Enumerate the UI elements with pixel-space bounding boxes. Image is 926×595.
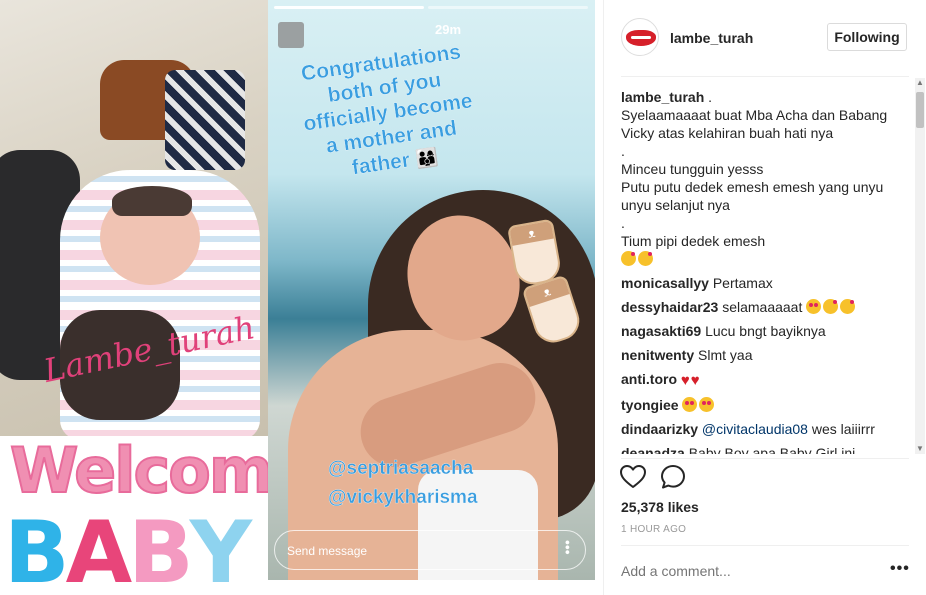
avatar[interactable] [621,18,659,56]
comment: anti.toro ♥♥ [621,370,905,390]
post-header: lambe_turah Following [604,0,926,76]
kiss-emoji-icon [823,299,839,314]
comment-username[interactable]: tyongiee [621,397,679,413]
likes-count[interactable]: 25,378 likes [621,499,699,515]
heart-eyes-emoji-icon [699,397,715,412]
comment: dessyhaidar23 selamaaaaat [621,298,905,316]
speech-bubble-icon[interactable] [658,462,688,492]
story-mention: @vickykharisma [328,487,478,508]
add-comment-input[interactable] [621,563,871,579]
post-caption: lambe_turah . Syelaamaaaat buat Mba Acha… [621,88,905,268]
photo-baby-hair [112,186,192,216]
heart-eyes-emoji-icon [682,397,698,412]
post-timestamp[interactable]: 1 HOUR AGO [621,524,686,535]
comment-username[interactable]: nagasakti69 [621,323,701,339]
comment: nenitwenty Slmt yaa [621,346,905,364]
following-button[interactable]: Following [827,23,907,51]
broken-heart-emoji-icon: ♥ [680,372,690,389]
scrollbar-thumb[interactable] [916,92,924,128]
scroll-down-arrow-icon[interactable]: ▼ [916,444,924,454]
comment: tyongiee [621,396,905,414]
lips-logo-icon [626,30,656,46]
congrats-text: Congratulations both of you officially b… [280,37,496,190]
baby-letter: B [4,503,70,595]
caption-line: . [621,143,625,159]
story-more-icon: ••• [560,540,576,555]
post-media[interactable]: Lambe_turah Welcome BABY 29m Congratulat… [0,0,603,595]
comment-username[interactable]: dindaarizky [621,421,698,437]
comment: nagasakti69 Lucu bngt bayiknya [621,322,905,340]
scroll-up-arrow-icon[interactable]: ▲ [916,78,924,88]
caption-line: Tium pipi dedek emesh [621,233,766,249]
post-details-panel: lambe_turah Following lambe_turah . Syel… [603,0,926,595]
kiss-emoji-icon [638,251,653,266]
comments-scrollbar[interactable]: ▲ ▼ [915,78,925,454]
story-time: 29m [435,22,462,37]
comment: deanadza Baby Boy apa Baby Girl ini [621,444,905,454]
comment-username[interactable]: anti.toro [621,371,677,387]
comment-username[interactable]: dessyhaidar23 [621,299,718,315]
broken-heart-emoji-icon: ♥ [690,372,700,389]
comment-username[interactable]: nenitwenty [621,347,694,363]
welcome-text: Welcome [9,434,314,507]
caption-line: Putu putu dedek emesh emesh yang unyu un… [621,179,884,213]
newborn-photo: Lambe_turah [0,0,268,440]
divider [621,545,909,546]
baby-letter: A [65,503,133,595]
story-avatar [278,22,304,48]
comments-list[interactable]: lambe_turah . Syelaamaaaat buat Mba Acha… [621,88,905,454]
caption-dot: . [708,89,713,105]
baby-text: BABY [4,503,252,595]
bunny-icon: ᴥ [509,220,554,246]
divider [621,76,909,77]
more-options-icon[interactable]: ••• [890,560,910,578]
comment-text: Slmt yaa [698,347,753,363]
comment-text: wes laiiirrr [811,421,875,437]
caption-emojis [621,250,905,268]
story-progress-bar [428,6,588,9]
comment: monicasallyy Pertamax [621,274,905,292]
comment-username[interactable]: deanadza [621,445,685,454]
baby-letter: B [128,503,194,595]
sock-sticker: ᴥ [521,274,585,348]
comment: dindaarizky @civitaclaudia08 wes laiiirr… [621,420,905,438]
socks-sticker: ᴥ ᴥ [506,218,588,348]
kiss-emoji-icon [840,299,856,314]
caption-line: Syelaamaaaat buat Mba Acha dan Babang Vi… [621,107,888,141]
caption-line: Minceu tungguin yesss [621,161,764,177]
family-emoji: 👨‍👩‍👦 [414,146,440,170]
send-message-placeholder: Send message [287,544,368,558]
caption-username[interactable]: lambe_turah [621,89,704,105]
heart-outline-icon[interactable] [618,462,648,492]
photo-bag-striped [165,70,245,170]
kiss-emoji-icon [621,251,636,266]
heart-eyes-emoji-icon [806,299,822,314]
comment-username[interactable]: monicasallyy [621,275,709,291]
story-mention: @septriasaacha [328,458,474,479]
comment-text: Lucu bngt bayiknya [705,323,826,339]
comment-mention[interactable]: @civitaclaudia08 [702,421,808,437]
comment-text: Pertamax [712,275,773,291]
author-username[interactable]: lambe_turah [670,30,753,46]
baby-letter: Y [189,503,252,595]
comment-text: Baby Boy apa Baby Girl ini [688,445,856,454]
story-send-message-box: Send message ••• [274,530,586,570]
comment-text: selamaaaaat [722,299,803,315]
caption-line: . [621,215,625,231]
welcome-baby-graphic: Welcome BABY [0,436,314,595]
story-screenshot: 29m Congratulations both of you official… [268,0,595,580]
divider [621,458,909,459]
post-actions [604,462,926,494]
story-progress-bar [274,6,424,9]
